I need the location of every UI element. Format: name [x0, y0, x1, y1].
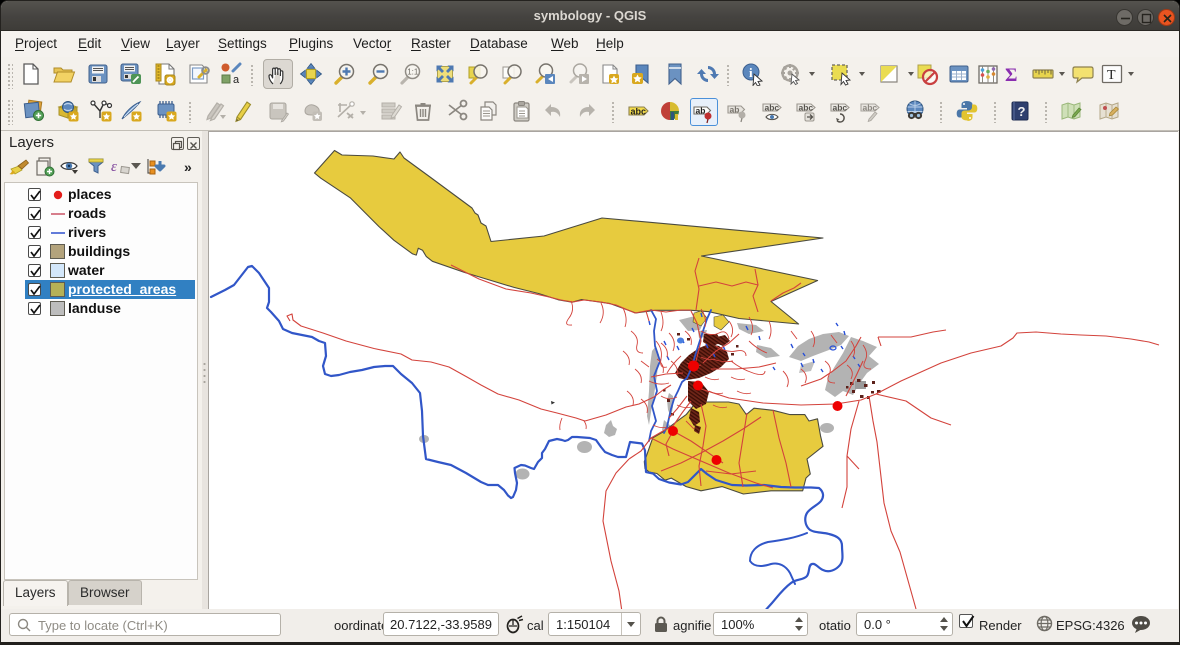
svg-text:Σ: Σ — [1005, 65, 1017, 86]
svg-text:ab: ab — [730, 105, 740, 115]
svg-text:abc: abc — [631, 107, 647, 117]
svg-text:abc: abc — [863, 103, 878, 113]
svg-text:T: T — [1107, 68, 1116, 83]
svg-text:abc: abc — [833, 103, 848, 113]
svg-text:abc: abc — [799, 103, 814, 113]
svg-text:abc: abc — [765, 103, 780, 113]
svg-text:ab: ab — [696, 106, 706, 116]
svg-text:i: i — [749, 65, 753, 80]
svg-text:1:1: 1:1 — [407, 68, 419, 77]
svg-text:?: ? — [1018, 104, 1026, 119]
svg-text:ε: ε — [111, 159, 117, 175]
svg-text:a: a — [233, 74, 240, 86]
